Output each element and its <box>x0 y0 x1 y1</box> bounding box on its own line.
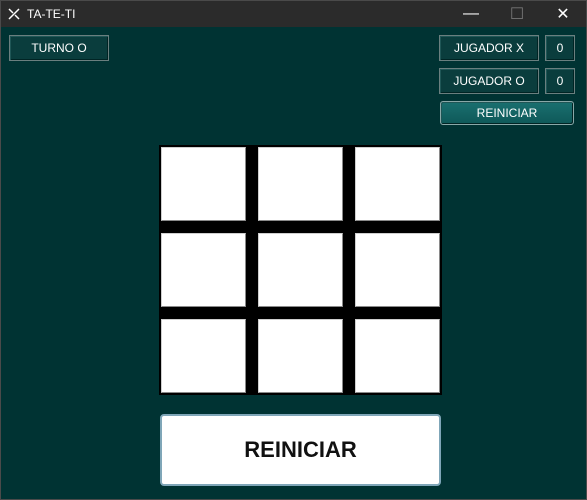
minimize-icon: — <box>463 5 479 22</box>
board-cell[interactable] <box>258 147 343 221</box>
game-board <box>159 145 442 395</box>
board-cell[interactable] <box>258 233 343 307</box>
title-bar[interactable]: TA-TE-TI — ☐ ✕ <box>1 1 586 27</box>
maximize-icon: ☐ <box>509 6 525 23</box>
reset-button-large[interactable]: REINICIAR <box>160 414 441 486</box>
board-cell[interactable] <box>161 233 246 307</box>
close-button[interactable]: ✕ <box>540 1 586 27</box>
minimize-button[interactable]: — <box>448 1 494 27</box>
tic-tac-toe-icon <box>7 7 21 21</box>
player-o-score: 0 <box>545 68 575 94</box>
close-icon: ✕ <box>556 6 570 23</box>
turn-indicator: TURNO O <box>9 35 109 61</box>
reset-button-small[interactable]: REINICIAR <box>440 101 574 125</box>
window-title: TA-TE-TI <box>27 7 76 21</box>
board-cell[interactable] <box>258 319 343 393</box>
window-controls: — ☐ ✕ <box>448 1 586 27</box>
board-cell[interactable] <box>161 319 246 393</box>
board-cell[interactable] <box>355 147 440 221</box>
board-cell[interactable] <box>355 319 440 393</box>
board-cell[interactable] <box>355 233 440 307</box>
board-cell[interactable] <box>161 147 246 221</box>
app-window: TA-TE-TI — ☐ ✕ TURNO O JUGADOR X 0 JUGAD… <box>0 0 587 500</box>
maximize-button[interactable]: ☐ <box>494 1 540 27</box>
player-x-label: JUGADOR X <box>439 35 539 61</box>
player-x-score: 0 <box>545 35 575 61</box>
player-o-label: JUGADOR O <box>439 68 539 94</box>
